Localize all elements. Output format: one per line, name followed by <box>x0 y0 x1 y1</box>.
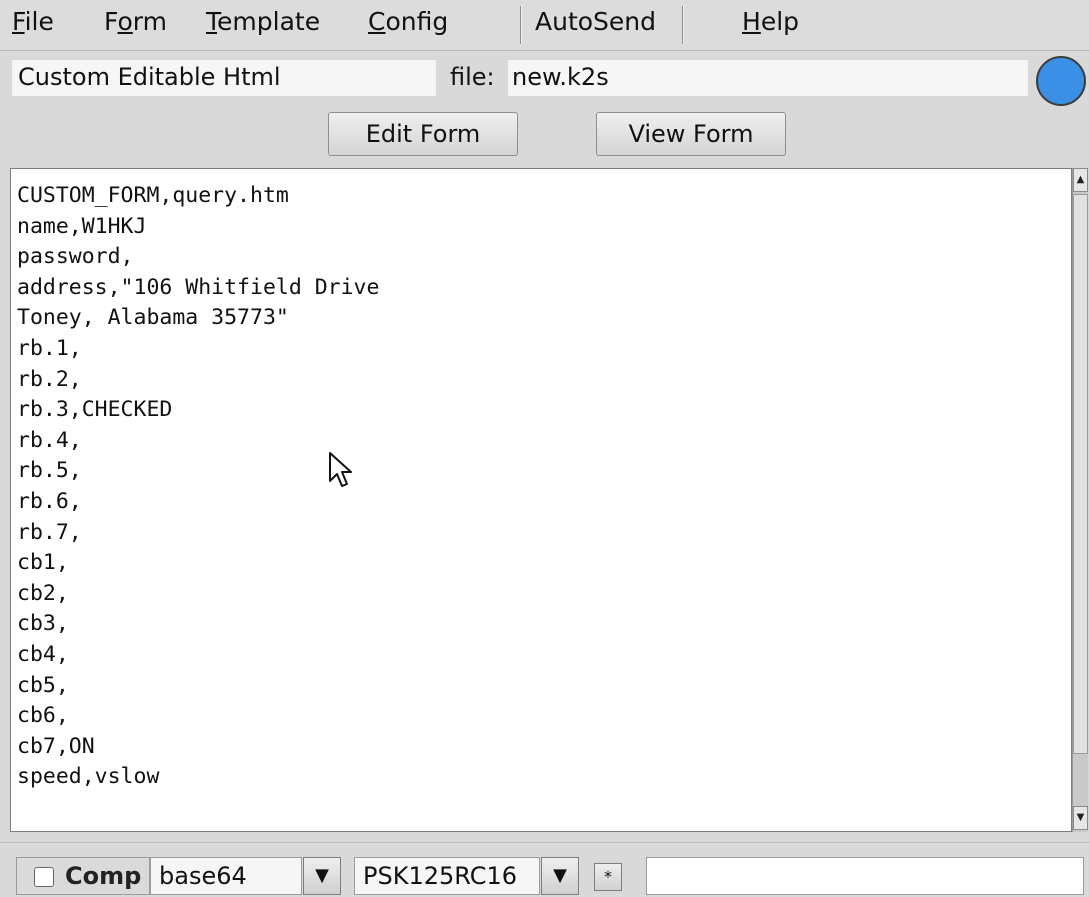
transfer-field[interactable] <box>646 857 1084 895</box>
star-button[interactable]: * <box>594 863 622 891</box>
comp-label: Comp <box>65 862 142 890</box>
editor-line: cb2, <box>17 580 69 606</box>
mode-dropdown-icon[interactable]: ▼ <box>541 857 579 895</box>
editor-text: CUSTOM_FORM,query.htm name,W1HKJ password,… <box>11 169 1071 793</box>
menu-file[interactable]: File <box>12 0 54 50</box>
menu-template[interactable]: Template <box>206 0 320 50</box>
info-row: Custom Editable Html file: new.k2s <box>0 50 1089 100</box>
menu-form-label-end: rm <box>132 7 167 36</box>
menu-separator <box>682 6 683 44</box>
vertical-scrollbar[interactable]: ▲ ▼ <box>1072 168 1088 832</box>
editor-line: rb.4, <box>17 427 82 453</box>
menu-config-label: onfig <box>385 7 449 36</box>
menu-separator <box>520 6 521 44</box>
form-name-field[interactable]: Custom Editable Html <box>12 60 436 96</box>
editor-line: cb3, <box>17 611 69 637</box>
editor-line: rb.2, <box>17 366 82 392</box>
editor-line: cb6, <box>17 703 69 729</box>
menu-template-accel: T <box>206 7 218 36</box>
status-light-icon <box>1036 56 1086 106</box>
editor-line: rb.1, <box>17 335 82 361</box>
editor-line: rb.6, <box>17 488 82 514</box>
editor-line: speed,vslow <box>17 764 160 790</box>
view-form-button[interactable]: View Form <box>596 112 786 156</box>
menu-config-accel: C <box>368 7 386 36</box>
editor-line: password, <box>17 244 134 270</box>
encoding-select[interactable]: base64 <box>150 857 302 895</box>
scroll-thumb[interactable] <box>1073 194 1088 754</box>
status-bar: Comp base64 ▼ PSK125RC16 ▼ * <box>0 842 1089 897</box>
app-window: File Form Template Config AutoSend Help … <box>0 0 1089 897</box>
file-name-field[interactable]: new.k2s <box>508 60 1028 96</box>
editor-line: rb.3,CHECKED <box>17 397 173 423</box>
scroll-up-icon[interactable]: ▲ <box>1073 168 1088 192</box>
editor-line: rb.7, <box>17 519 82 545</box>
menu-config[interactable]: Config <box>368 0 448 50</box>
editor-line: name,W1HKJ <box>17 213 147 239</box>
menu-file-label: ile <box>24 7 54 36</box>
menu-form[interactable]: Form <box>104 0 167 50</box>
mode-select[interactable]: PSK125RC16 <box>354 857 540 895</box>
editor-line: address,"106 Whitfield Drive <box>17 274 380 300</box>
scroll-down-icon[interactable]: ▼ <box>1073 806 1088 830</box>
menu-autosend[interactable]: AutoSend <box>535 0 656 50</box>
editor-line: CUSTOM_FORM,query.htm <box>17 183 289 208</box>
menu-help-accel: H <box>742 7 761 36</box>
menu-form-accel: o <box>117 7 133 36</box>
edit-form-button[interactable]: Edit Form <box>328 112 518 156</box>
file-label: file: <box>450 63 495 91</box>
editor-line: cb7,ON <box>17 733 95 759</box>
menu-bar: File Form Template Config AutoSend Help <box>0 0 1089 51</box>
editor-line: Toney, Alabama 35773" <box>17 305 289 331</box>
encoding-dropdown-icon[interactable]: ▼ <box>303 857 341 895</box>
editor-line: cb5, <box>17 672 69 698</box>
menu-help[interactable]: Help <box>742 0 799 50</box>
comp-checkbox[interactable] <box>34 867 54 887</box>
menu-help-label: elp <box>760 7 800 36</box>
editor-line: cb4, <box>17 641 69 667</box>
mouse-pointer-icon <box>329 452 352 487</box>
form-data-editor[interactable]: CUSTOM_FORM,query.htm name,W1HKJ password,… <box>10 168 1072 832</box>
menu-file-accel: F <box>12 7 25 36</box>
editor-line: cb1, <box>17 550 69 576</box>
menu-form-label-start: F <box>104 7 118 36</box>
menu-template-label: emplate <box>217 7 321 36</box>
editor-line: rb.5, <box>17 458 82 484</box>
